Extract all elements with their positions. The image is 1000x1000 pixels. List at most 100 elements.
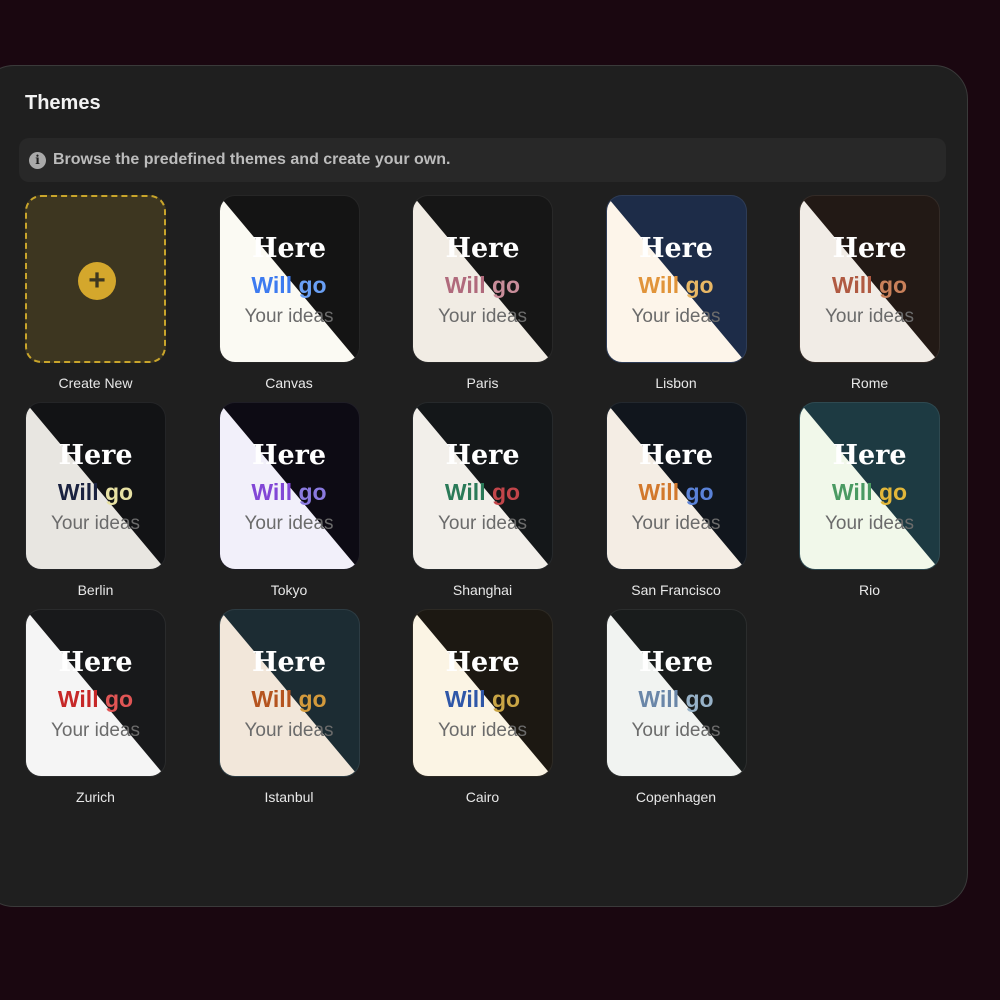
preview-word-will: Will — [57, 686, 99, 712]
preview-word-go: go — [878, 479, 908, 505]
theme-tile-shanghai[interactable]: Here Will go Your ideas Shanghai — [412, 402, 553, 598]
theme-preview[interactable]: Here Will go Your ideas — [412, 402, 553, 570]
preview-word-go: go — [104, 686, 134, 712]
create-new-tile[interactable]: + Create New — [25, 195, 166, 391]
preview-line-2: Will go — [800, 272, 939, 299]
theme-label: Copenhagen — [635, 789, 717, 805]
theme-preview[interactable]: Here Will go Your ideas — [218, 195, 360, 363]
preview-word-go: go — [298, 686, 327, 712]
theme-tile-tokyo[interactable]: Here Will go Your ideas Tokyo — [218, 402, 360, 598]
preview-line-1: Here — [445, 440, 520, 471]
page-title: Themes — [25, 92, 101, 114]
preview-word-will: Will — [251, 686, 293, 712]
theme-tile-rio[interactable]: Here Will go Your ideas Rio — [799, 402, 940, 598]
preview-word-go: go — [104, 479, 134, 505]
create-new-card[interactable]: + — [25, 195, 166, 363]
theme-tile-rome[interactable]: Here Will go Your ideas Rome — [799, 195, 940, 391]
themes-panel: Themes i Browse the predefined themes an… — [0, 65, 968, 907]
preview-word-will: Will — [638, 479, 680, 505]
preview-word-go: go — [685, 479, 714, 505]
theme-preview[interactable]: Here Will go Your ideas — [605, 609, 747, 777]
theme-preview[interactable]: Here Will go Your ideas — [799, 402, 940, 570]
preview-line-2: Will go — [220, 272, 359, 299]
preview-line-3: Your ideas — [244, 720, 334, 741]
theme-preview[interactable]: Here Will go Your ideas — [25, 402, 166, 570]
preview-line-3: Your ideas — [631, 720, 721, 741]
preview-word-will: Will — [444, 686, 486, 712]
theme-preview[interactable]: Here Will go Your ideas — [412, 609, 553, 777]
theme-tile-canvas[interactable]: Here Will go Your ideas Canvas — [218, 195, 360, 391]
theme-label: Zurich — [76, 789, 115, 805]
info-text: Browse the predefined themes and create … — [53, 151, 451, 168]
theme-label: Tokyo — [270, 582, 308, 598]
create-new-label: Create New — [58, 375, 133, 391]
preview-line-1: Here — [251, 647, 327, 678]
info-icon: i — [29, 151, 46, 169]
preview-line-1: Here — [445, 647, 520, 678]
theme-label: Shanghai — [452, 582, 513, 598]
theme-tile-copenhagen[interactable]: Here Will go Your ideas Copenhagen — [605, 609, 747, 805]
theme-label: Paris — [466, 375, 499, 391]
preview-word-will: Will — [444, 479, 486, 505]
preview-line-2: Will go — [413, 686, 552, 713]
preview-line-1: Here — [832, 440, 907, 471]
preview-line-3: Your ideas — [244, 306, 334, 327]
preview-line-1: Here — [638, 647, 714, 678]
preview-line-1: Here — [638, 440, 714, 471]
preview-word-go: go — [491, 272, 521, 298]
preview-line-2: Will go — [607, 686, 746, 713]
preview-word-will: Will — [638, 272, 680, 298]
theme-preview[interactable]: Here Will go Your ideas — [799, 195, 940, 363]
theme-tile-istanbul[interactable]: Here Will go Your ideas Istanbul — [218, 609, 360, 805]
theme-tile-san-francisco[interactable]: Here Will go Your ideas San Francisco — [605, 402, 747, 598]
preview-line-2: Will go — [800, 479, 939, 506]
preview-word-will: Will — [251, 272, 293, 298]
preview-line-2: Will go — [220, 479, 359, 506]
preview-word-will: Will — [831, 272, 873, 298]
preview-line-2: Will go — [607, 479, 746, 506]
theme-preview[interactable]: Here Will go Your ideas — [412, 195, 553, 363]
theme-label: Istanbul — [264, 789, 314, 805]
theme-tile-berlin[interactable]: Here Will go Your ideas Berlin — [25, 402, 166, 598]
preview-line-3: Your ideas — [437, 306, 528, 327]
theme-preview[interactable]: Here Will go Your ideas — [605, 402, 747, 570]
preview-line-1: Here — [638, 233, 714, 264]
theme-label: Rio — [858, 582, 880, 598]
preview-line-3: Your ideas — [824, 513, 915, 534]
theme-tile-paris[interactable]: Here Will go Your ideas Paris — [412, 195, 553, 391]
theme-tile-lisbon[interactable]: Here Will go Your ideas Lisbon — [605, 195, 747, 391]
preview-line-2: Will go — [413, 479, 552, 506]
preview-word-go: go — [491, 479, 521, 505]
theme-preview[interactable]: Here Will go Your ideas — [218, 402, 360, 570]
preview-word-will: Will — [831, 479, 873, 505]
theme-label: San Francisco — [631, 582, 721, 598]
theme-label: Berlin — [77, 582, 114, 598]
preview-line-3: Your ideas — [437, 513, 528, 534]
plus-icon: + — [78, 262, 116, 300]
theme-tile-cairo[interactable]: Here Will go Your ideas Cairo — [412, 609, 553, 805]
theme-label: Canvas — [265, 375, 313, 391]
theme-label: Cairo — [465, 789, 500, 805]
preview-word-will: Will — [57, 479, 99, 505]
preview-word-will: Will — [444, 272, 486, 298]
preview-line-3: Your ideas — [631, 513, 721, 534]
preview-word-go: go — [878, 272, 908, 298]
preview-line-3: Your ideas — [50, 513, 141, 534]
theme-preview[interactable]: Here Will go Your ideas — [25, 609, 166, 777]
preview-line-2: Will go — [26, 479, 165, 506]
preview-word-go: go — [491, 686, 521, 712]
preview-line-2: Will go — [220, 686, 359, 713]
preview-word-go: go — [298, 272, 327, 298]
preview-word-go: go — [298, 479, 327, 505]
preview-word-go: go — [685, 686, 714, 712]
theme-label: Lisbon — [655, 375, 697, 391]
preview-line-3: Your ideas — [50, 720, 141, 741]
preview-line-2: Will go — [413, 272, 552, 299]
theme-preview[interactable]: Here Will go Your ideas — [218, 609, 360, 777]
theme-preview[interactable]: Here Will go Your ideas — [605, 195, 747, 363]
preview-word-will: Will — [251, 479, 293, 505]
theme-tile-zurich[interactable]: Here Will go Your ideas Zurich — [25, 609, 166, 805]
preview-word-go: go — [685, 272, 714, 298]
preview-line-1: Here — [445, 233, 520, 264]
preview-line-2: Will go — [607, 272, 746, 299]
